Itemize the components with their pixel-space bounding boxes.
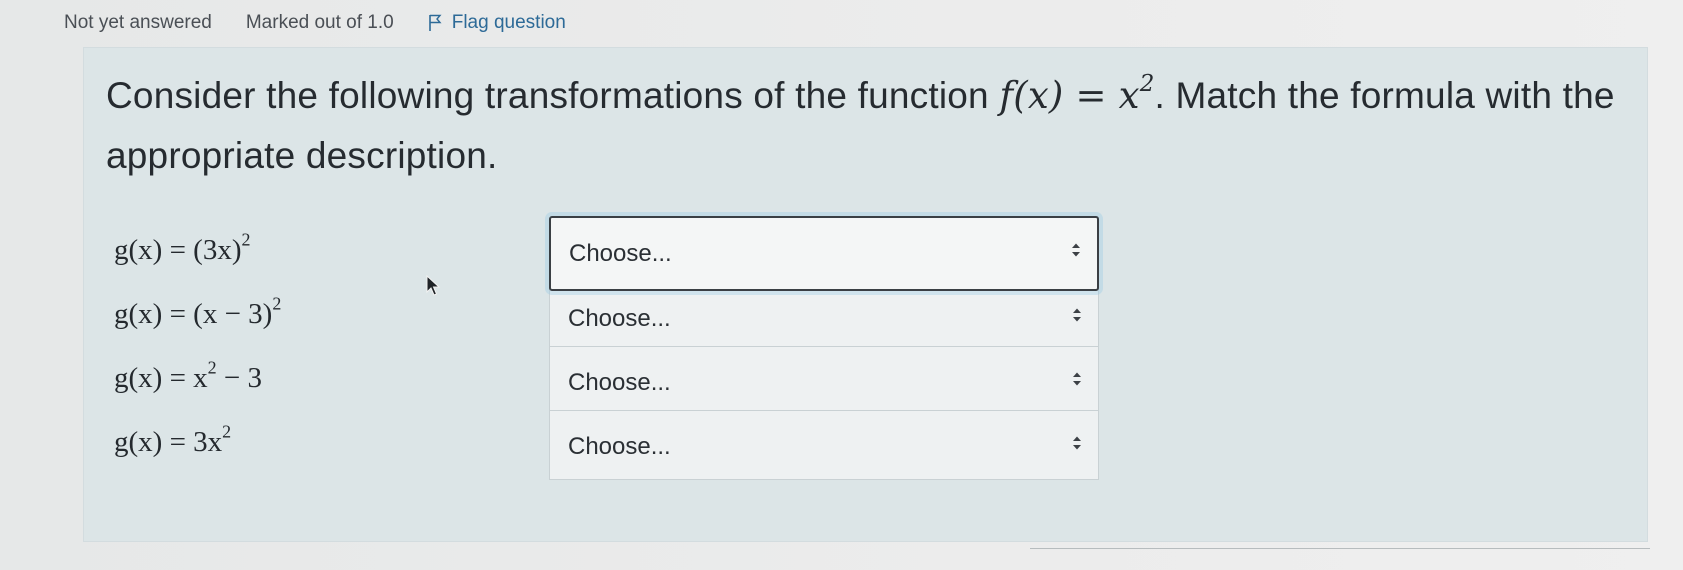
- divider-line: [1030, 548, 1650, 549]
- answer-status: Not yet answered: [64, 12, 212, 33]
- description-select-2[interactable]: Choose...: [549, 282, 1099, 352]
- function-formula-base: f(x) = x: [999, 74, 1140, 117]
- question-text: Consider the following transformations o…: [106, 66, 1626, 186]
- match-row: g(x) = (x − 3)2 Choose...: [114, 282, 1114, 352]
- formula-2-exponent: 2: [272, 293, 282, 314]
- match-row: g(x) = 3x2 Choose...: [114, 410, 1114, 480]
- select-1-value: Choose...: [569, 240, 672, 267]
- matching-rows: g(x) = (3x)2 Choose... g(x) = (x − 3)2 C…: [114, 216, 1114, 480]
- formula-3-base: g(x) = x: [114, 362, 208, 394]
- question-intro: Consider the following transformations o…: [106, 75, 1000, 116]
- formula-4: g(x) = 3x2: [114, 423, 231, 459]
- select-arrows-icon: [1073, 308, 1081, 322]
- formula-3-tail: − 3: [216, 362, 263, 394]
- formula-3: g(x) = x2 − 3: [114, 359, 263, 395]
- question-info-bar: Not yet answered Marked out of 1.0 Flag …: [64, 12, 566, 34]
- flag-question-label: Flag question: [451, 12, 566, 33]
- formula-4-exponent: 2: [222, 421, 232, 442]
- select-arrows-icon: [1073, 436, 1081, 450]
- mouse-cursor-icon: [426, 275, 441, 296]
- select-3-value: Choose...: [568, 369, 671, 396]
- match-row: g(x) = x2 − 3 Choose...: [114, 346, 1114, 416]
- function-formula: f(x) = x2: [999, 70, 1155, 117]
- description-select-1[interactable]: Choose...: [549, 216, 1099, 291]
- marks-info: Marked out of 1.0: [245, 12, 394, 33]
- formula-1-exponent: 2: [241, 229, 251, 250]
- formula-3-exponent: 2: [207, 357, 217, 378]
- description-select-3[interactable]: Choose...: [549, 346, 1099, 416]
- select-2-value: Choose...: [568, 305, 671, 332]
- match-row: g(x) = (3x)2 Choose...: [114, 216, 1114, 291]
- function-exponent: 2: [1139, 70, 1155, 97]
- quiz-page: Not yet answered Marked out of 1.0 Flag …: [0, 0, 1683, 570]
- question-panel: Consider the following transformations o…: [83, 47, 1648, 542]
- formula-2-base: g(x) = (x − 3): [114, 298, 273, 330]
- select-arrows-icon: [1072, 243, 1080, 257]
- formula-2: g(x) = (x − 3)2: [114, 295, 281, 331]
- select-4-value: Choose...: [568, 433, 671, 460]
- formula-4-base: g(x) = 3x: [114, 426, 223, 458]
- description-select-4[interactable]: Choose...: [549, 410, 1099, 480]
- formula-1: g(x) = (3x)2: [114, 231, 250, 267]
- flag-icon: [428, 14, 442, 31]
- formula-1-base: g(x) = (3x): [114, 234, 242, 266]
- select-arrows-icon: [1073, 372, 1081, 386]
- flag-question-link[interactable]: Flag question: [428, 12, 566, 34]
